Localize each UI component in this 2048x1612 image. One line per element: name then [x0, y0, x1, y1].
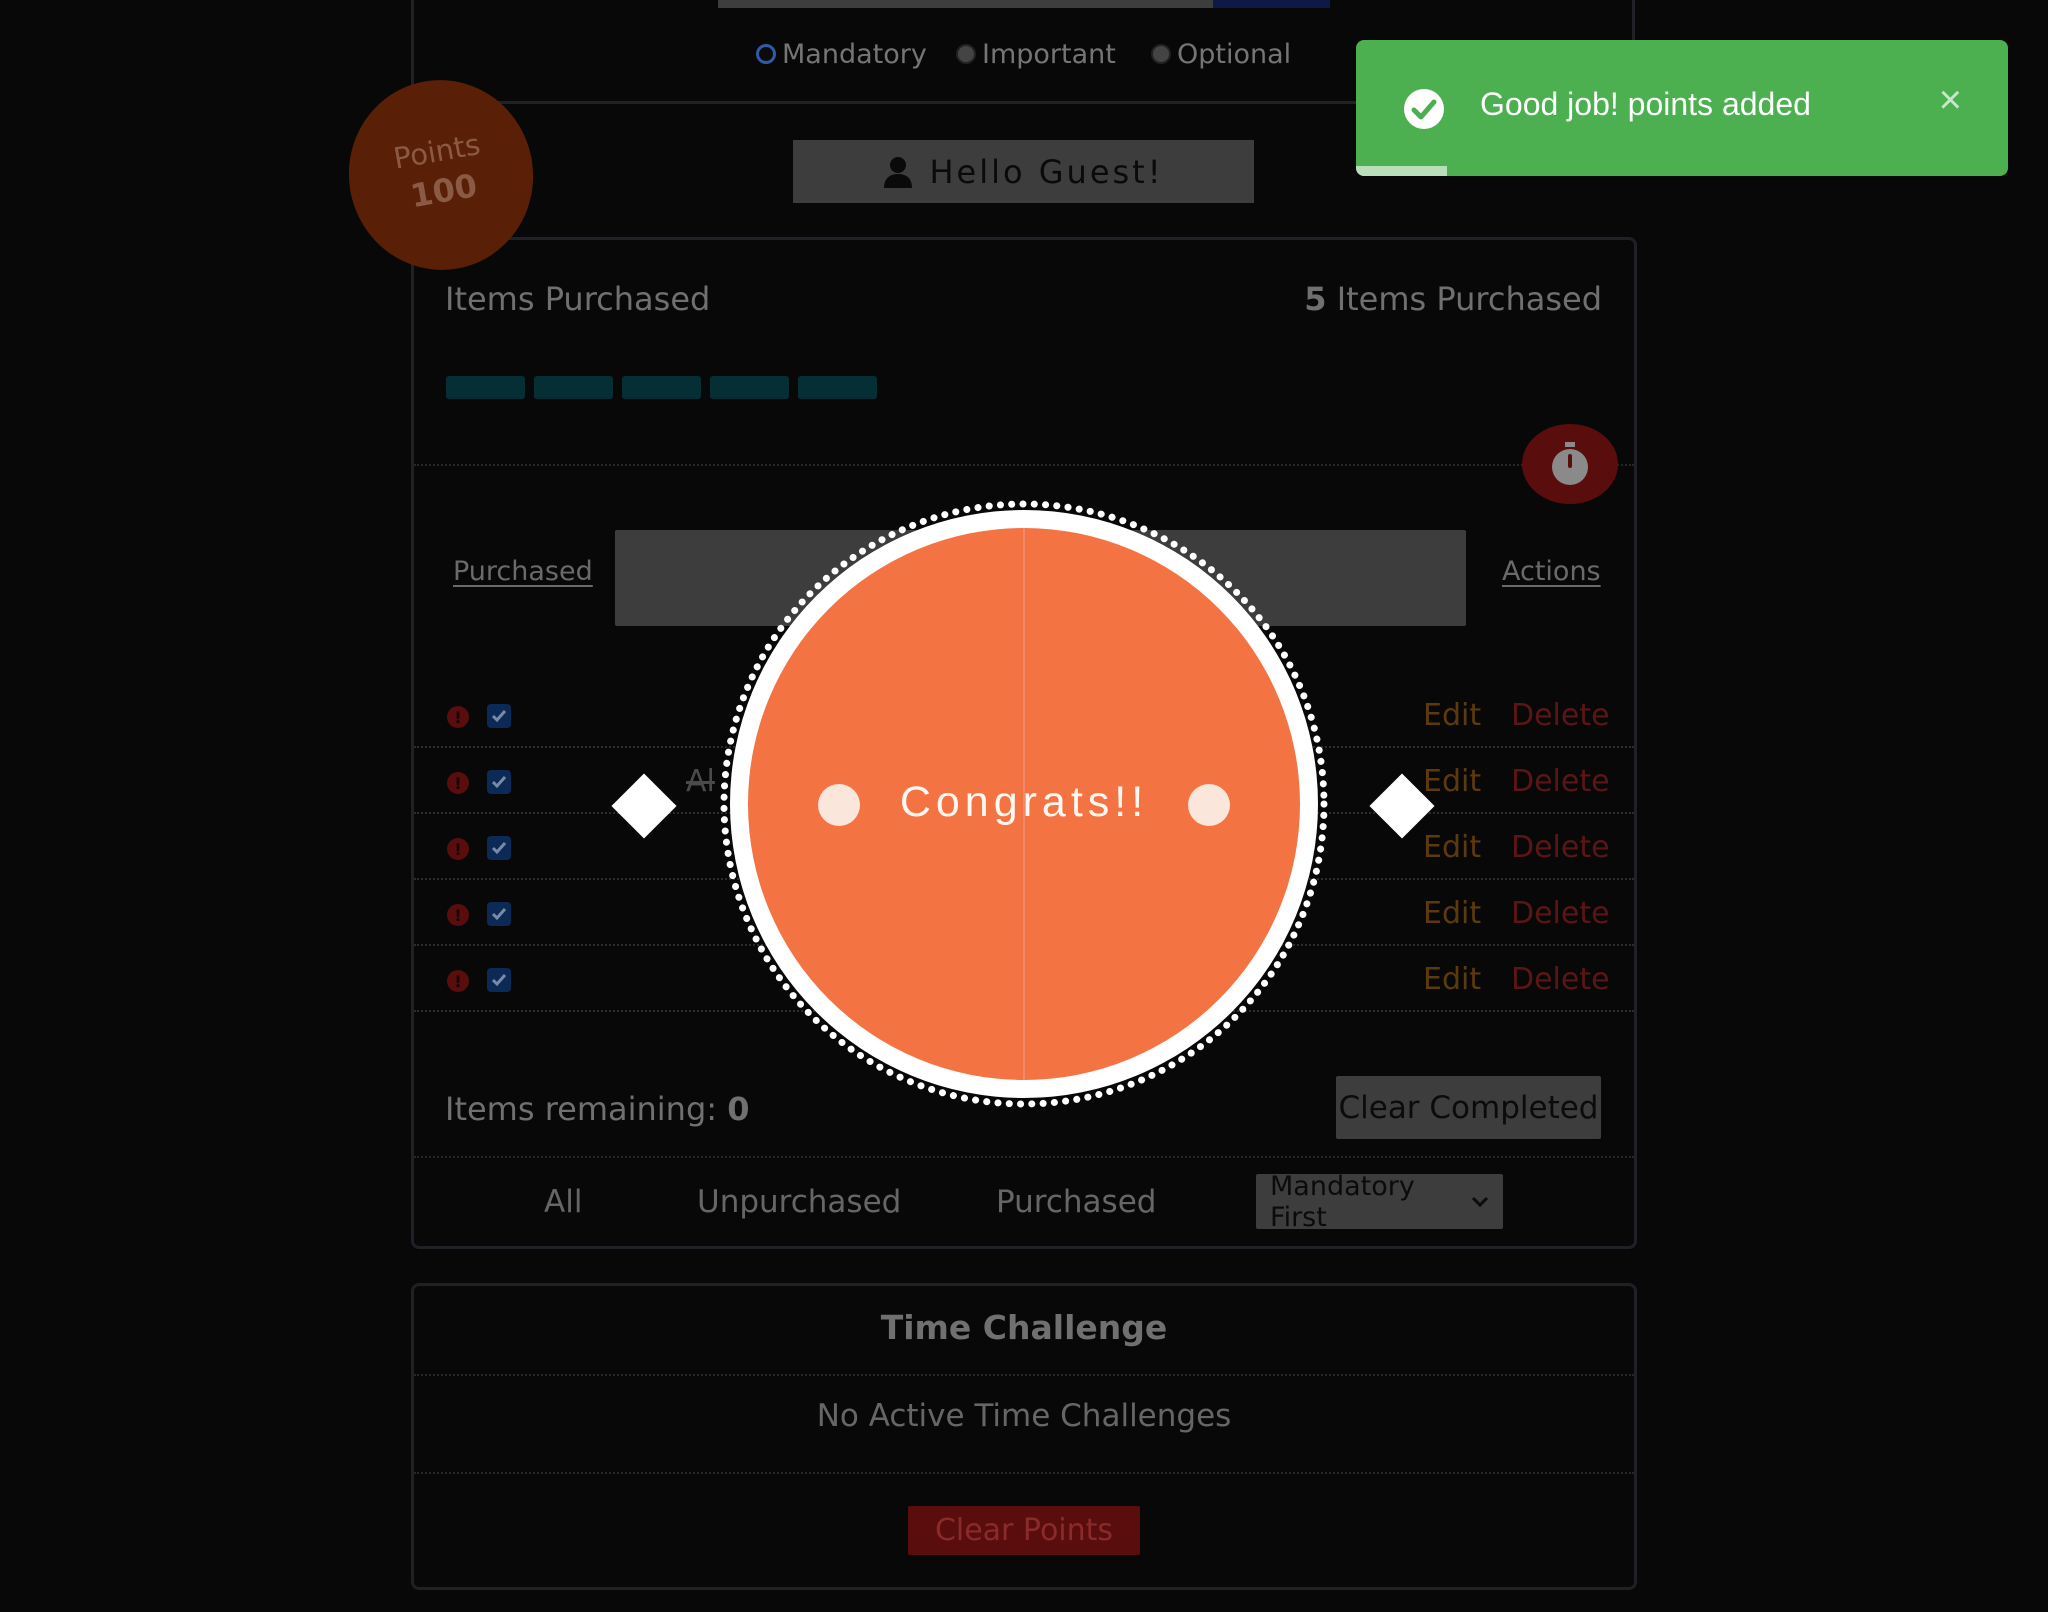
delete-button[interactable]: Delete — [1511, 962, 1610, 997]
time-challenge-empty: No Active Time Challenges — [816, 1398, 1232, 1434]
item-input[interactable] — [718, 0, 1213, 8]
progress-segment — [710, 376, 789, 399]
divider — [414, 1472, 1634, 1474]
delete-button[interactable]: Delete — [1511, 896, 1610, 931]
radio-important[interactable]: Important — [956, 36, 1116, 72]
radio-mandatory[interactable]: Mandatory — [756, 36, 927, 72]
user-icon — [883, 156, 913, 188]
column-header-purchased[interactable]: Purchased — [453, 556, 593, 587]
check-circle-icon — [1404, 89, 1444, 129]
radio-label: Important — [982, 38, 1116, 70]
filter-purchased[interactable]: Purchased — [996, 1184, 1156, 1220]
purchased-checkbox[interactable] — [487, 902, 511, 926]
alert-icon: ! — [447, 904, 469, 926]
purchased-checkbox[interactable] — [487, 836, 511, 860]
radio-circle[interactable] — [756, 44, 776, 64]
items-remaining: Items remaining: 0 — [445, 1090, 749, 1128]
radio-label: Mandatory — [782, 38, 927, 70]
radio-optional[interactable]: Optional — [1151, 36, 1291, 72]
greeting-text: Hello Guest! — [929, 152, 1164, 191]
edit-button[interactable]: Edit — [1423, 764, 1481, 799]
edit-button[interactable]: Edit — [1423, 698, 1481, 733]
item-name: Al — [686, 764, 715, 799]
close-icon[interactable]: × — [1939, 78, 1962, 123]
chevron-down-icon — [1471, 1196, 1489, 1208]
radio-circle[interactable] — [956, 44, 976, 64]
toast-progress-bar — [1356, 166, 1448, 176]
progress-segment — [798, 376, 877, 399]
edit-button[interactable]: Edit — [1423, 830, 1481, 865]
delete-button[interactable]: Delete — [1511, 764, 1610, 799]
success-toast: Good job! points added × — [1356, 40, 2008, 176]
progress-segment — [622, 376, 701, 399]
alert-icon: ! — [447, 772, 469, 794]
purchased-checkbox[interactable] — [487, 770, 511, 794]
alert-icon: ! — [447, 838, 469, 860]
items-count-number: 5 — [1304, 280, 1327, 318]
congrats-text: Congrats!! — [899, 778, 1149, 826]
clear-completed-button[interactable]: Clear Completed — [1336, 1076, 1601, 1139]
clear-points-button[interactable]: Clear Points — [908, 1506, 1140, 1555]
progress-segment — [446, 376, 525, 399]
radio-label: Optional — [1177, 38, 1292, 70]
purchased-checkbox[interactable] — [487, 968, 511, 992]
column-header-actions[interactable]: Actions — [1502, 556, 1601, 587]
divider — [414, 464, 1634, 466]
points-value: 100 — [407, 166, 480, 216]
items-remaining-label: Items remaining: — [445, 1090, 728, 1128]
edit-button[interactable]: Edit — [1423, 896, 1481, 931]
alert-icon: ! — [447, 970, 469, 992]
alert-icon: ! — [447, 706, 469, 728]
greeting-button[interactable]: Hello Guest! — [793, 140, 1254, 203]
items-purchased-count: 5 Items Purchased — [1304, 280, 1602, 318]
toast-message: Good job! points added — [1480, 86, 1811, 122]
timer-button[interactable] — [1522, 424, 1618, 504]
progress-segment — [534, 376, 613, 399]
stopwatch-icon — [1548, 440, 1592, 488]
time-challenge-title: Time Challenge — [880, 1308, 1168, 1347]
radio-circle[interactable] — [1151, 44, 1171, 64]
items-count-suffix: Items Purchased — [1326, 280, 1602, 318]
delete-button[interactable]: Delete — [1511, 830, 1610, 865]
divider — [414, 1374, 1634, 1376]
filter-unpurchased[interactable]: Unpurchased — [697, 1184, 901, 1220]
items-purchased-title: Items Purchased — [445, 280, 711, 318]
filter-all[interactable]: All — [544, 1184, 582, 1220]
sort-select-value: Mandatory First — [1270, 1170, 1415, 1233]
edit-button[interactable]: Edit — [1423, 962, 1481, 997]
purchased-checkbox[interactable] — [487, 704, 511, 728]
congrats-modal: Congrats!! — [718, 498, 1330, 1110]
delete-button[interactable]: Delete — [1511, 698, 1610, 733]
sort-select[interactable]: Mandatory First — [1256, 1171, 1503, 1233]
add-item-button[interactable] — [1213, 0, 1330, 8]
divider — [414, 1156, 1634, 1158]
